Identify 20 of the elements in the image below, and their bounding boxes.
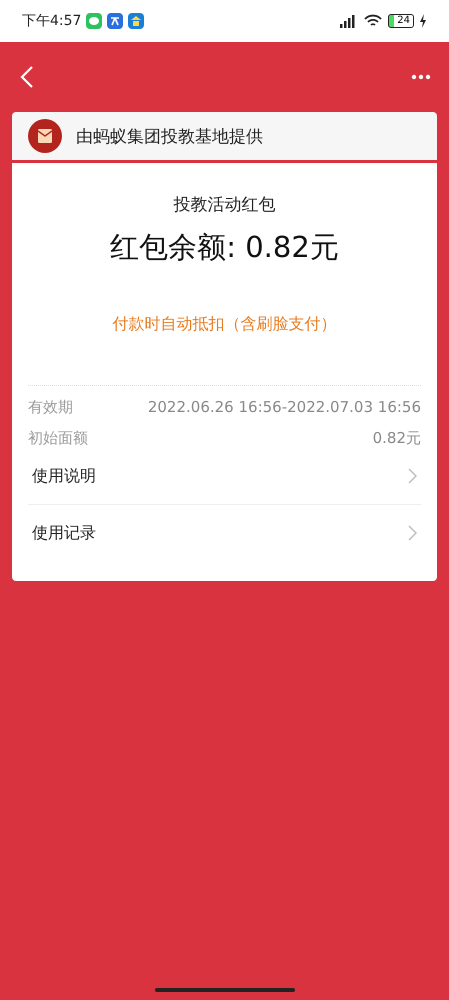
status-time: 下午4:57 (22, 12, 82, 30)
menu-item[interactable]: 使用说明 (28, 448, 421, 504)
battery-indicator: 24 (388, 14, 414, 28)
detail-label: 初始面额 (28, 429, 88, 448)
chat-app-icon (86, 13, 102, 29)
menu-item[interactable]: 使用记录 (28, 504, 421, 561)
envelope-icon (28, 119, 62, 153)
chevron-icon (408, 468, 417, 484)
detail-value: 0.82元 (372, 429, 421, 448)
detail-value: 2022.06.26 16:56-2022.07.03 16:56 (148, 398, 421, 417)
detail-label: 有效期 (28, 398, 73, 417)
more-icon[interactable] (411, 74, 431, 80)
provider-text: 由蚂蚁集团投教基地提供 (76, 126, 263, 148)
card-title: 投教活动红包 (172, 194, 276, 216)
payment-note: 付款时自动抵扣（含刷脸支付） (112, 314, 338, 335)
charging-icon (419, 14, 427, 28)
wifi-icon (363, 14, 384, 28)
chevron-icon (408, 525, 417, 541)
balance-amount: 红包余额: 0.82元 (109, 229, 340, 266)
back-icon[interactable] (20, 65, 34, 89)
